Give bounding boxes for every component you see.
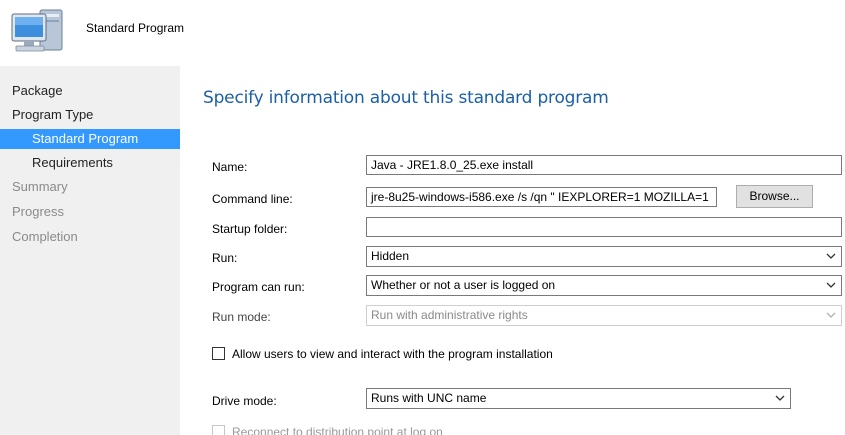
sidebar-item-summary: Summary	[12, 179, 68, 194]
sidebar-item-program-type[interactable]: Program Type	[0, 105, 180, 125]
page-title: Specify information about this standard …	[203, 88, 609, 108]
main-panel: Specify information about this standard …	[180, 66, 845, 435]
startup-folder-label: Startup folder:	[212, 222, 288, 236]
allow-users-checkbox[interactable]	[212, 347, 225, 360]
reconnect-label: Reconnect to distribution point at log o…	[232, 425, 443, 435]
program-can-run-label: Program can run:	[212, 280, 305, 294]
program-can-run-select[interactable]: Whether or not a user is logged on	[366, 275, 842, 296]
allow-users-label: Allow users to view and interact with th…	[232, 347, 553, 361]
header-title: Standard Program	[86, 21, 185, 35]
name-input[interactable]: Java - JRE1.8.0_25.exe install	[366, 155, 842, 175]
run-label: Run:	[212, 251, 238, 265]
computer-icon	[11, 9, 63, 52]
command-line-input[interactable]: jre-8u25-windows-i586.exe /s /qn " IEXPL…	[366, 187, 717, 207]
run-select[interactable]: Hidden	[366, 246, 842, 267]
wizard-header: Standard Program	[0, 0, 845, 66]
startup-folder-input[interactable]	[366, 217, 842, 237]
sidebar-item-progress: Progress	[12, 204, 65, 219]
reconnect-checkbox	[212, 425, 225, 435]
chevron-down-icon	[826, 282, 836, 288]
wizard-sidebar: Package Program Type Standard Program Re…	[0, 66, 180, 435]
sidebar-item-requirements[interactable]: Requirements	[0, 153, 180, 173]
run-mode-select: Run with administrative rights	[366, 305, 842, 326]
drive-mode-value: Runs with UNC name	[371, 391, 487, 405]
sidebar-item-standard-program[interactable]: Standard Program	[0, 129, 180, 149]
run-mode-value: Run with administrative rights	[371, 308, 528, 322]
sidebar-item-package[interactable]: Package	[0, 81, 180, 101]
drive-mode-label: Drive mode:	[212, 394, 277, 408]
name-label: Name:	[212, 160, 248, 174]
chevron-down-icon	[826, 253, 836, 259]
command-line-label: Command line:	[212, 192, 293, 206]
run-value: Hidden	[371, 249, 410, 263]
browse-button[interactable]: Browse...	[736, 185, 813, 208]
sidebar-item-completion: Completion	[12, 229, 78, 244]
program-can-run-value: Whether or not a user is logged on	[371, 278, 556, 292]
drive-mode-select[interactable]: Runs with UNC name	[366, 388, 791, 409]
chevron-down-icon	[826, 312, 836, 318]
chevron-down-icon	[775, 395, 785, 401]
run-mode-label: Run mode:	[212, 310, 271, 324]
